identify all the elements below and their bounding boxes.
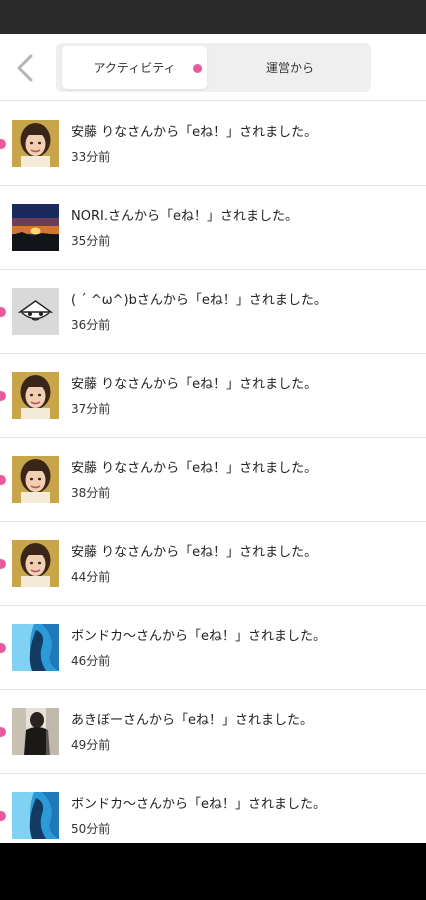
unread-indicator — [0, 643, 6, 653]
notification-list: 安藤 りなさんから「eね！」されました。 33分前 NORI.さんから「eね！」さ… — [0, 102, 426, 858]
avatar[interactable] — [12, 792, 59, 839]
notification-item[interactable]: ボンドカ～さんから「eね！」されました。 46分前 — [0, 606, 426, 690]
chevron-left-icon — [17, 54, 33, 82]
notification-time: 44分前 — [71, 570, 111, 584]
tab-switcher: アクティビティ 運営から — [56, 43, 371, 92]
notification-item[interactable]: 安藤 りなさんから「eね！」されました。 44分前 — [0, 522, 426, 606]
unread-indicator — [0, 475, 6, 485]
notification-item[interactable]: あきぼーさんから「eね！」されました。 49分前 — [0, 690, 426, 774]
notification-time: 37分前 — [71, 402, 111, 416]
status-bar — [0, 0, 426, 34]
notification-message: 安藤 りなさんから「eね！」されました。 — [71, 545, 318, 560]
navigation-bar — [0, 843, 426, 900]
avatar[interactable] — [12, 204, 59, 251]
avatar[interactable] — [12, 372, 59, 419]
unread-indicator — [0, 811, 6, 821]
tab-from-operator[interactable]: 運営から — [214, 46, 366, 89]
unread-indicator — [0, 139, 6, 149]
notification-message: 安藤 りなさんから「eね！」されました。 — [71, 461, 318, 476]
tab-activity[interactable]: アクティビティ — [62, 46, 207, 89]
avatar[interactable] — [12, 120, 59, 167]
notification-message: ボンドカ～さんから「eね！」されました。 — [71, 629, 326, 644]
notification-item[interactable]: 安藤 りなさんから「eね！」されました。 37分前 — [0, 354, 426, 438]
tab-from-operator-label: 運営から — [265, 61, 314, 75]
notification-time: 49分前 — [71, 738, 111, 752]
notification-item[interactable]: 安藤 りなさんから「eね！」されました。 38分前 — [0, 438, 426, 522]
header: アクティビティ 運営から — [0, 34, 426, 101]
notification-time: 35分前 — [71, 234, 111, 248]
notification-message: ( ´ ^ω^)bさんから「eね！」されました。 — [71, 293, 327, 308]
avatar[interactable] — [12, 456, 59, 503]
notification-message: 安藤 りなさんから「eね！」されました。 — [71, 125, 318, 140]
notification-message: NORI.さんから「eね！」されました。 — [71, 209, 298, 224]
avatar[interactable] — [12, 540, 59, 587]
notification-item[interactable]: ( ´ ^ω^)bさんから「eね！」されました。 36分前 — [0, 270, 426, 354]
notification-time: 38分前 — [71, 486, 111, 500]
notification-item[interactable]: 安藤 りなさんから「eね！」されました。 33分前 — [0, 102, 426, 186]
back-button[interactable] — [10, 50, 40, 86]
unread-indicator — [0, 307, 6, 317]
notification-item[interactable]: NORI.さんから「eね！」されました。 35分前 — [0, 186, 426, 270]
tab-activity-label: アクティビティ — [93, 61, 176, 75]
avatar[interactable] — [12, 624, 59, 671]
unread-indicator — [0, 391, 6, 401]
tab-activity-badge — [193, 64, 202, 73]
notification-time: 36分前 — [71, 318, 111, 332]
notification-time: 33分前 — [71, 150, 111, 164]
avatar[interactable] — [12, 288, 59, 335]
avatar[interactable] — [12, 708, 59, 755]
notification-message: 安藤 りなさんから「eね！」されました。 — [71, 377, 318, 392]
notification-message: あきぼーさんから「eね！」されました。 — [71, 713, 313, 728]
notification-time: 50分前 — [71, 822, 111, 836]
unread-indicator — [0, 559, 6, 569]
notification-time: 46分前 — [71, 654, 111, 668]
unread-indicator — [0, 727, 6, 737]
notification-message: ボンドカ～さんから「eね！」されました。 — [71, 797, 326, 812]
